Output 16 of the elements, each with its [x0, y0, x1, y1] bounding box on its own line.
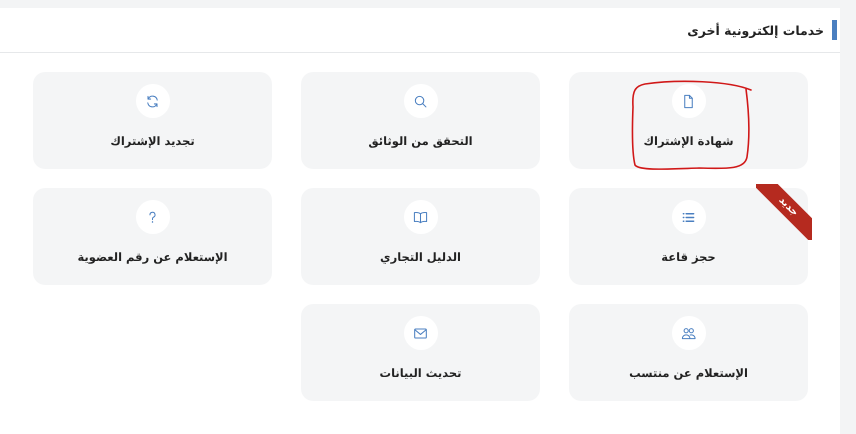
- service-card[interactable]: تحديث البيانات: [301, 304, 540, 401]
- section-title: خدمات إلكترونية أخرى: [687, 22, 824, 38]
- search-icon: [413, 94, 428, 108]
- refresh-icon: [145, 94, 160, 108]
- users-icon: [681, 326, 696, 340]
- file-icon: [681, 94, 696, 108]
- service-card[interactable]: تجديد الإشتراك: [33, 72, 272, 169]
- service-card[interactable]: الإستعلام عن منتسب: [569, 304, 808, 401]
- section-accent-bar: [832, 20, 837, 40]
- service-card[interactable]: شهادة الإشتراك: [569, 72, 808, 169]
- new-ribbon-badge: جديد: [756, 184, 812, 240]
- book-icon: [413, 210, 428, 224]
- service-card[interactable]: الدليل التجاري: [301, 188, 540, 285]
- service-card[interactable]: الإستعلام عن رقم العضوية: [33, 188, 272, 285]
- mail-icon: [413, 326, 428, 340]
- service-card[interactable]: التحقق من الوثائق: [301, 72, 540, 169]
